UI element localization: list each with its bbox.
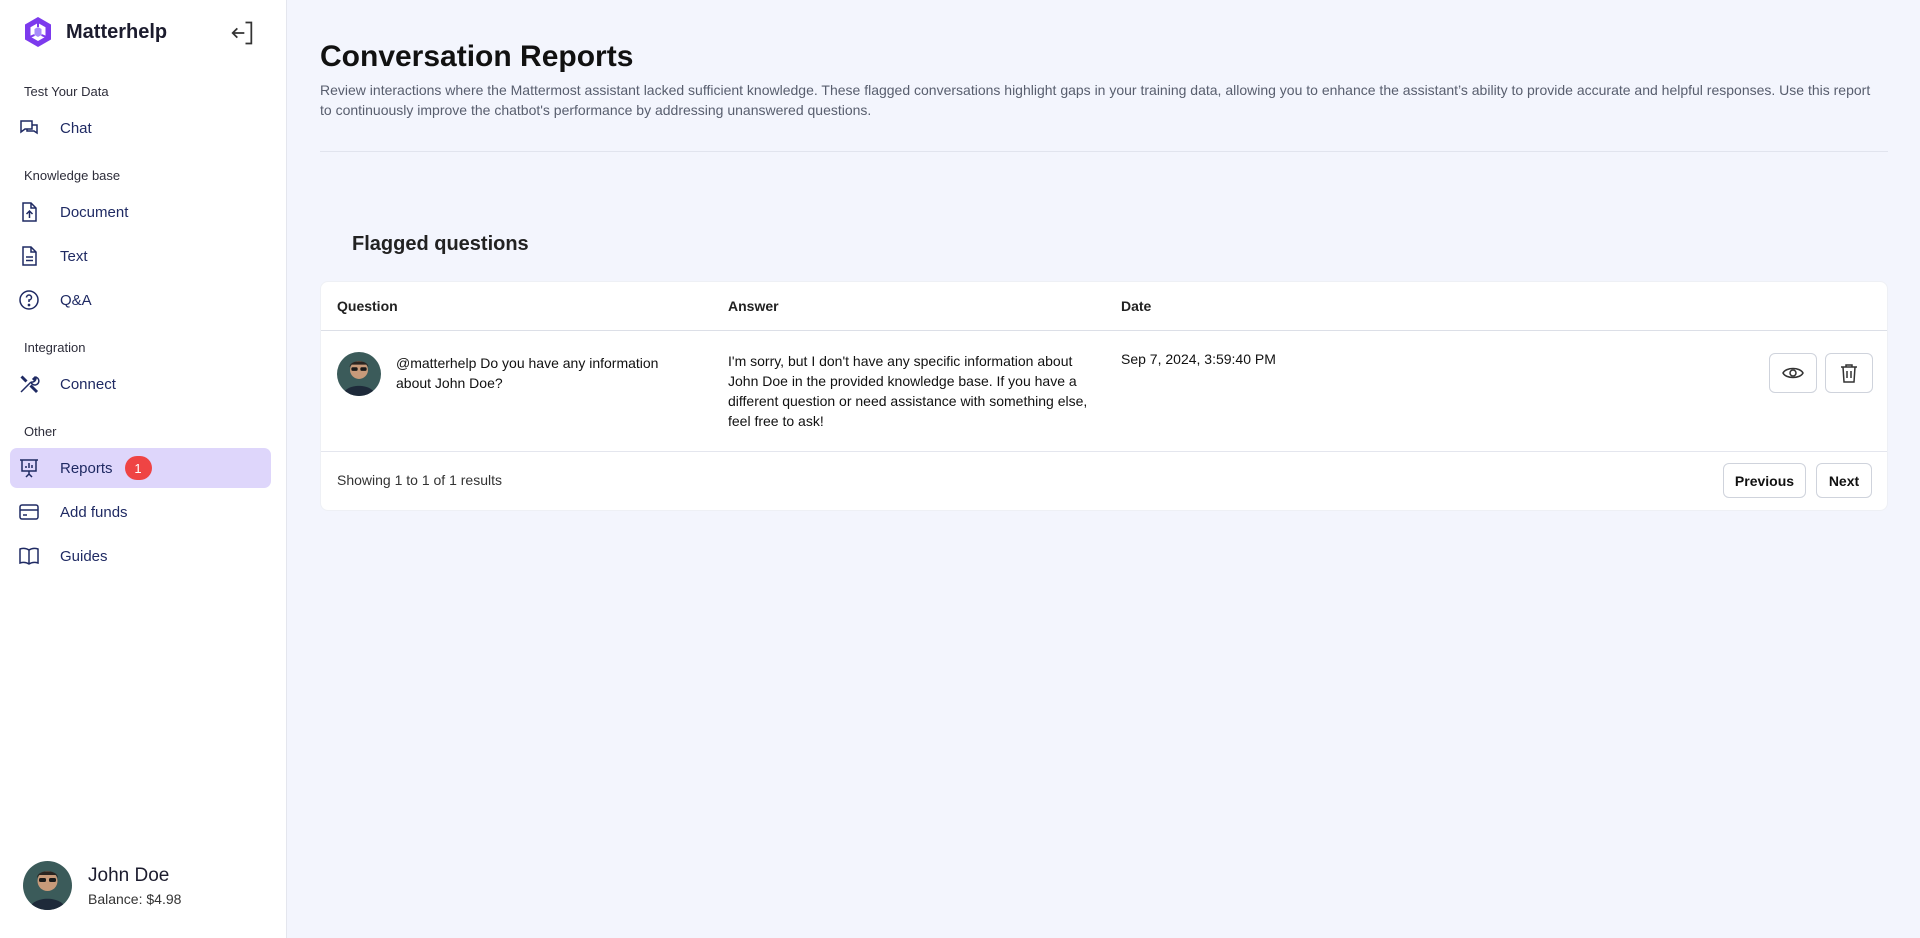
sidebar-item-label: Text [60,247,88,265]
file-text-icon [16,243,42,269]
page-title: Conversation Reports [320,40,634,73]
question-cell: @matterhelp Do you have any information … [396,355,659,391]
sidebar: Matterhelp Test Your Data Chat Knowledge… [0,0,287,938]
sidebar-item-label: Reports [60,459,113,477]
sidebar-item-text[interactable]: Text [10,236,271,276]
pagination-summary: Showing 1 to 1 of 1 results [337,472,502,488]
delete-button[interactable] [1825,353,1873,393]
reports-count-badge: 1 [124,456,152,480]
previous-button[interactable]: Previous [1723,463,1806,498]
sidebar-item-label: Chat [60,119,92,137]
avatar [337,352,381,396]
view-button[interactable] [1769,353,1817,393]
sidebar-item-guides[interactable]: Guides [10,536,271,576]
next-button[interactable]: Next [1816,463,1872,498]
tools-icon [16,371,42,397]
book-open-icon [16,543,42,569]
divider [320,151,1888,152]
credit-card-icon [16,499,42,525]
user-profile[interactable]: John Doe Balance: $4.98 [23,861,181,910]
date-cell: Sep 7, 2024, 3:59:40 PM [1121,351,1276,367]
user-name: John Doe [88,864,170,886]
sign-out-icon [231,21,253,45]
table-header: Question Answer Date [321,282,1887,331]
brand[interactable]: Matterhelp [22,15,167,49]
sidebar-item-reports[interactable]: Reports 1 [10,448,271,488]
chat-bubbles-icon [16,115,42,141]
nav-section-test-your-data: Test Your Data [24,84,109,99]
answer-cell: I'm sorry, but I don't have any specific… [728,353,1088,429]
column-header-answer: Answer [728,298,779,314]
column-header-question: Question [337,298,398,314]
brand-name: Matterhelp [66,20,168,43]
nav-section-integration: Integration [24,340,86,355]
hexagon-logo-icon [25,17,51,47]
trash-icon [1841,364,1857,383]
sidebar-item-document[interactable]: Document [10,192,271,232]
nav-section-other: Other [24,424,57,439]
page-description: Review interactions where the Mattermost… [320,82,1871,118]
file-upload-icon [16,199,42,225]
sidebar-item-label: Add funds [60,503,128,521]
sidebar-item-label: Connect [60,375,116,393]
sidebar-item-chat[interactable]: Chat [10,108,271,148]
sidebar-item-label: Q&A [60,291,92,309]
flagged-questions-title: Flagged questions [352,233,529,255]
sidebar-item-connect[interactable]: Connect [10,364,271,404]
column-header-date: Date [1121,298,1152,314]
sidebar-item-qa[interactable]: Q&A [10,280,271,320]
sidebar-item-label: Document [60,203,129,221]
eye-icon [1782,367,1804,379]
user-balance: Balance: $4.98 [88,890,182,907]
presentation-chart-icon [16,455,42,481]
sidebar-item-label: Guides [60,547,108,565]
question-circle-icon [16,287,42,313]
flagged-questions-table: Question Answer Date @matterhelp Do you … [320,281,1888,511]
collapse-sidebar-button[interactable] [228,19,256,47]
table-row: @matterhelp Do you have any information … [321,332,1887,452]
sidebar-item-add-funds[interactable]: Add funds [10,492,271,532]
avatar [23,861,72,910]
nav-section-knowledge-base: Knowledge base [24,168,121,183]
